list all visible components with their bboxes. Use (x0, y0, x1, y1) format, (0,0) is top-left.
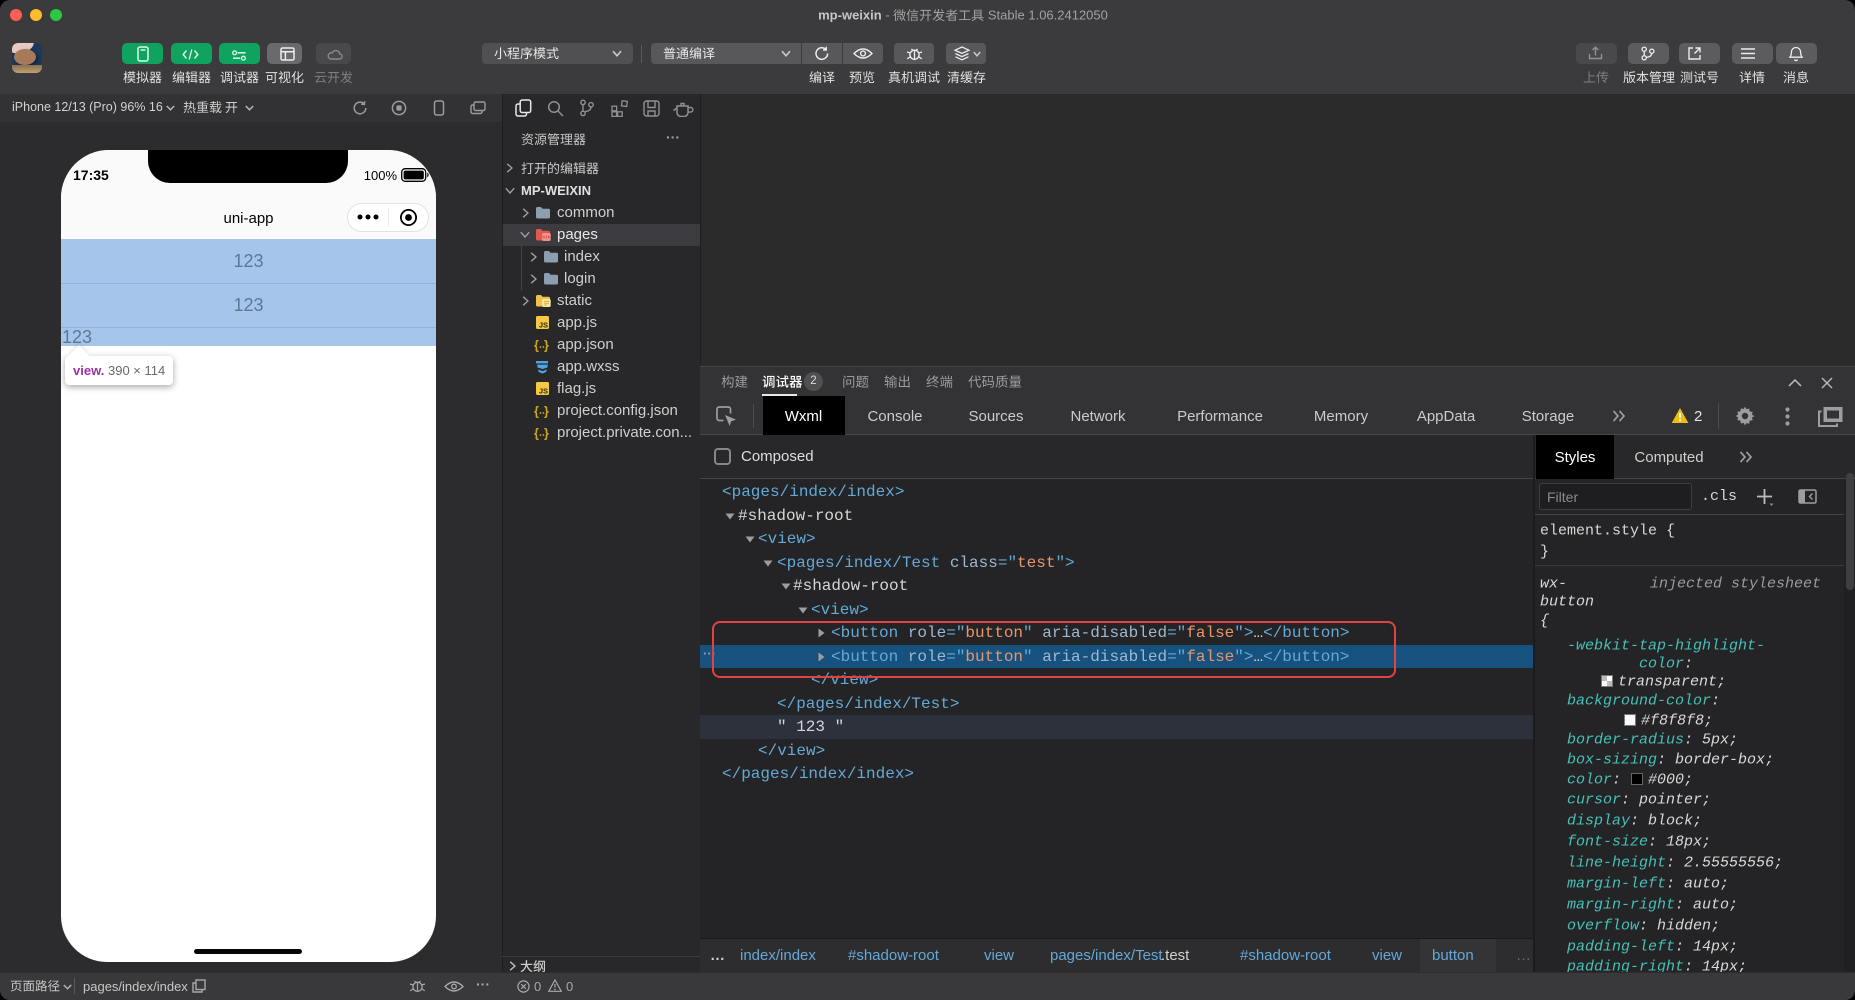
svg-text:}: } (544, 404, 549, 418)
svg-text:JS: JS (539, 321, 548, 330)
svg-text:{: { (534, 338, 539, 352)
svg-text:JS: JS (539, 387, 548, 396)
svg-text:{: { (534, 426, 539, 440)
svg-text:}: } (544, 426, 549, 440)
svg-text:{: { (534, 404, 539, 418)
svg-text:}: } (544, 338, 549, 352)
